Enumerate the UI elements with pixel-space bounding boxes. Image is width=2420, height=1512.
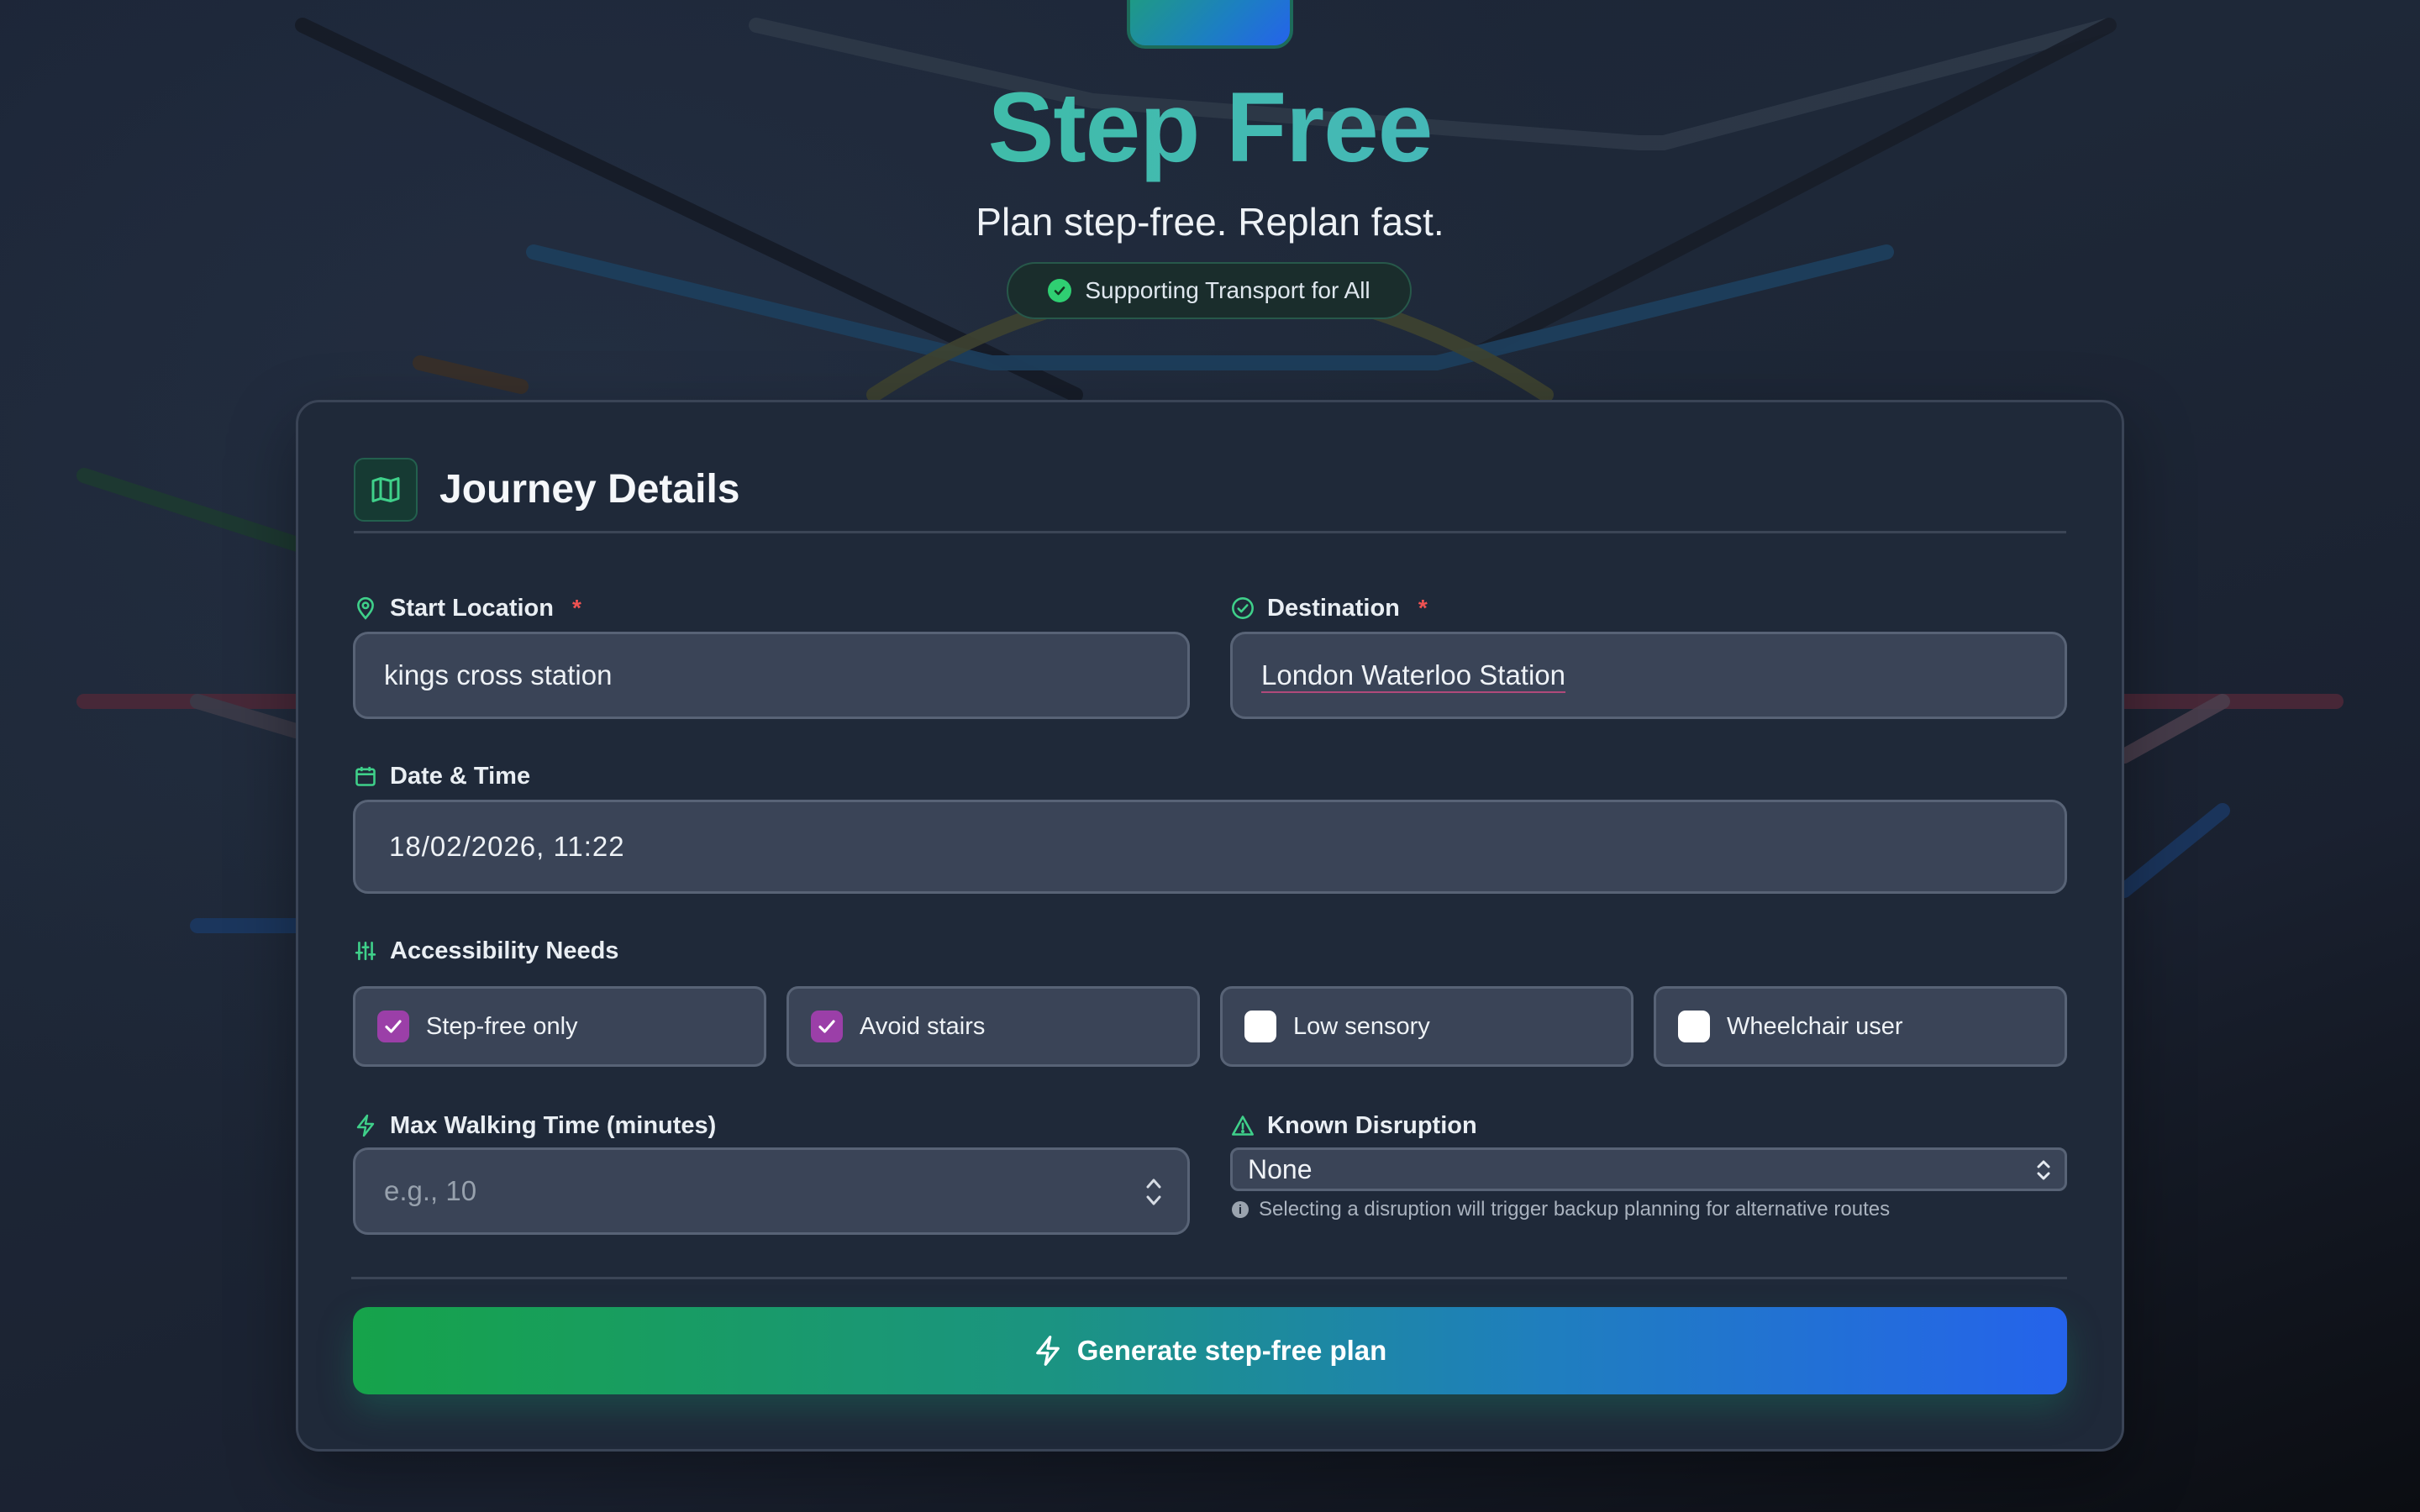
destination-input[interactable]: London Waterloo Station: [1230, 632, 2067, 719]
known-disruption-select[interactable]: None: [1230, 1147, 2067, 1191]
generate-plan-button[interactable]: Generate step-free plan: [353, 1307, 2067, 1394]
card-header: Journey Details: [354, 458, 2066, 533]
checkbox-checked[interactable]: [811, 1011, 843, 1042]
app-logo: [1127, 0, 1293, 49]
select-arrows-icon: [2037, 1160, 2050, 1180]
page-subtitle: Plan step-free. Replan fast.: [976, 200, 1444, 244]
destination-label: Destination *: [1230, 591, 1428, 625]
number-stepper-icon[interactable]: [1144, 1175, 1164, 1209]
badge-label: Supporting Transport for All: [1085, 277, 1370, 303]
option-step-free-only[interactable]: Step-free only: [353, 986, 766, 1067]
journey-form-card: Journey Details: [296, 400, 2124, 1452]
required-mark: *: [1418, 595, 1428, 621]
map-icon: [354, 458, 418, 522]
start-location-label: Start Location *: [353, 591, 581, 625]
datetime-input[interactable]: 18/02/2026, 11:22: [353, 800, 2067, 894]
accessibility-label: Accessibility Needs: [353, 934, 618, 968]
checkbox-unchecked[interactable]: [1678, 1011, 1710, 1042]
card-title: Journey Details: [439, 467, 740, 512]
info-icon: i: [1232, 1201, 1249, 1218]
warning-triangle-icon: [1230, 1113, 1255, 1138]
required-mark: *: [571, 595, 581, 621]
map-pin-icon: [353, 596, 378, 621]
page-title: Step Free: [0, 69, 2420, 186]
known-disruption-label: Known Disruption: [1230, 1109, 1477, 1142]
option-wheelchair-user[interactable]: Wheelchair user: [1654, 986, 2067, 1067]
supporting-badge: Supporting Transport for All: [1007, 262, 1412, 319]
disruption-help-text: i Selecting a disruption will trigger ba…: [1232, 1198, 1890, 1221]
lightning-icon: [1035, 1336, 1060, 1366]
check-circle-icon: [1230, 596, 1255, 621]
datetime-label: Date & Time: [353, 759, 530, 793]
max-walking-input[interactable]: e.g., 10: [353, 1147, 1190, 1235]
option-low-sensory[interactable]: Low sensory: [1220, 986, 1634, 1067]
max-walking-label: Max Walking Time (minutes): [353, 1109, 716, 1142]
checkbox-checked[interactable]: [377, 1011, 409, 1042]
lightning-icon: [353, 1113, 378, 1138]
option-avoid-stairs[interactable]: Avoid stairs: [786, 986, 1200, 1067]
checkbox-unchecked[interactable]: [1244, 1011, 1276, 1042]
check-icon: [1048, 279, 1072, 302]
form-divider: [351, 1277, 2067, 1279]
start-location-input[interactable]: kings cross station: [353, 632, 1190, 719]
sliders-icon: [353, 938, 378, 963]
calendar-icon: [353, 764, 378, 789]
